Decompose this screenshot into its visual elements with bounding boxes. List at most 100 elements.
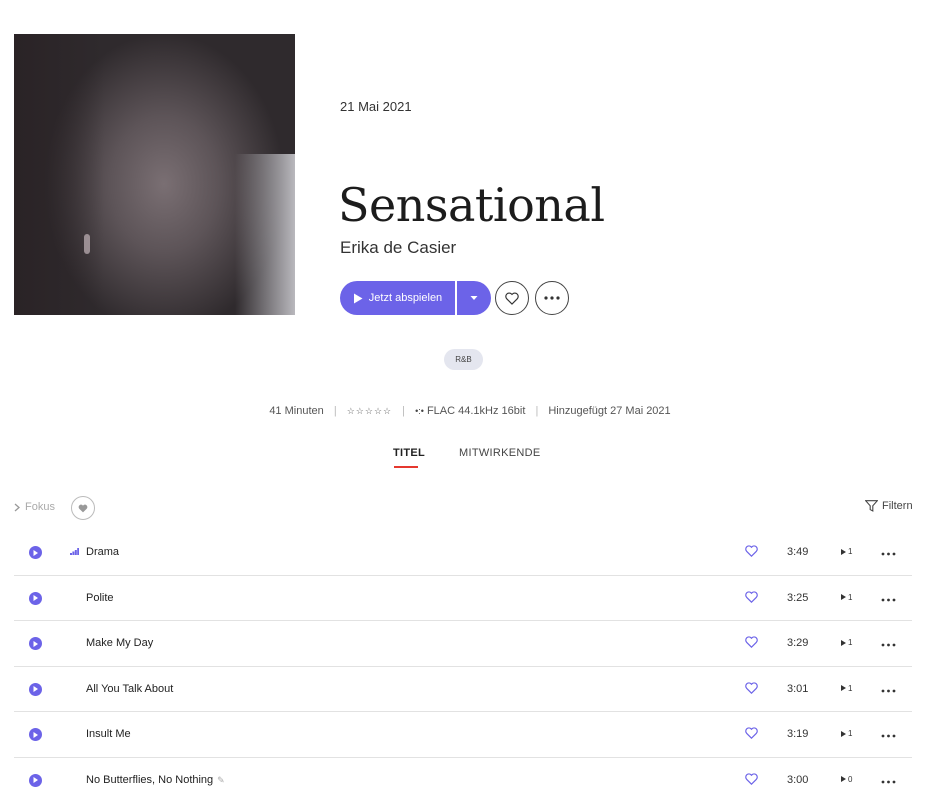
track-play-count: 1 xyxy=(841,684,852,693)
track-row[interactable]: Make My Day 3:29 1 xyxy=(14,621,912,667)
more-horizontal-icon xyxy=(881,780,896,784)
heart-outline-icon[interactable] xyxy=(745,773,758,785)
added-date: Hinzugefügt 27 Mai 2021 xyxy=(548,405,671,417)
more-horizontal-icon xyxy=(544,296,560,300)
track-play-count: 1 xyxy=(841,729,852,738)
album-duration: 41 Minuten xyxy=(269,405,324,417)
filter-button[interactable]: Filtern xyxy=(865,500,913,512)
artist-name[interactable]: Erika de Casier xyxy=(340,238,456,258)
play-now-label: Jetzt abspielen xyxy=(368,292,443,304)
track-play-button[interactable] xyxy=(29,591,42,605)
track-more-options-button[interactable] xyxy=(881,727,896,741)
track-duration: 3:29 xyxy=(787,637,809,650)
track-title[interactable]: Make My Day xyxy=(86,637,153,649)
track-title[interactable]: Polite xyxy=(86,592,114,604)
cover-light-spot xyxy=(84,234,90,254)
track-more-options-button[interactable] xyxy=(881,545,896,559)
track-play-count: 0 xyxy=(841,775,852,784)
filter-label: Filtern xyxy=(882,500,913,512)
track-duration: 3:19 xyxy=(787,728,809,741)
heart-outline-icon[interactable] xyxy=(745,727,758,740)
track-play-count: 1 xyxy=(841,638,852,647)
track-title[interactable]: All You Talk About xyxy=(86,683,173,695)
track-play-button[interactable] xyxy=(29,546,42,559)
heart-outline-icon[interactable] xyxy=(745,590,758,603)
popularity-icon xyxy=(70,548,79,555)
track-row[interactable]: Polite 3:25 1 xyxy=(14,576,912,622)
track-more-options-button[interactable] xyxy=(881,591,896,605)
track-row[interactable]: Drama 3:49 1 xyxy=(14,530,912,576)
album-cover xyxy=(14,34,295,315)
play-icon xyxy=(33,595,38,602)
track-more-options-button[interactable] xyxy=(881,682,896,696)
track-play-button[interactable] xyxy=(29,773,42,787)
quality-icon: •:• xyxy=(415,406,424,416)
play-count-icon xyxy=(841,685,846,692)
track-play-count: 1 xyxy=(841,593,852,602)
heart-outline-icon xyxy=(505,291,519,305)
rating-stars[interactable]: ☆☆☆☆☆ xyxy=(347,406,392,416)
track-play-button[interactable] xyxy=(29,682,42,696)
track-badge-icon: ✎ xyxy=(217,774,225,785)
chevron-right-icon xyxy=(14,503,20,511)
active-tab-indicator xyxy=(394,466,418,468)
tab-titel[interactable]: TITEL xyxy=(393,447,426,468)
play-icon xyxy=(353,293,363,303)
favorite-album-button[interactable] xyxy=(495,281,529,315)
meta-separator: | xyxy=(535,405,539,417)
meta-separator: | xyxy=(402,405,405,417)
track-list: Drama 3:49 1 Polite 3:25 1 Make My Day 3… xyxy=(14,530,912,800)
track-play-button[interactable] xyxy=(29,728,42,742)
focus-toggle[interactable]: Fokus xyxy=(14,501,55,513)
play-icon xyxy=(33,640,38,647)
release-date: 21 Mai 2021 xyxy=(340,99,412,114)
play-icon xyxy=(33,731,38,738)
track-play-count: 1 xyxy=(841,547,852,556)
play-count-icon xyxy=(841,776,846,783)
track-more-options-button[interactable] xyxy=(881,773,896,787)
track-title[interactable]: No Butterflies, No Nothing ✎ xyxy=(86,774,225,786)
album-meta-bar: 41 Minuten | ☆☆☆☆☆ | •:• FLAC 44.1kHz 16… xyxy=(0,405,940,417)
track-row[interactable]: Insult Me 3:19 1 xyxy=(14,712,912,758)
play-count-icon xyxy=(841,730,846,737)
play-count-icon xyxy=(841,548,846,555)
heart-icon xyxy=(78,504,88,512)
track-play-button[interactable] xyxy=(29,637,42,651)
tab-bar: TITEL MITWIRKENDE xyxy=(0,447,940,471)
genre-tag[interactable]: R&B xyxy=(444,349,483,370)
cover-highlight xyxy=(235,154,295,315)
heart-outline-icon[interactable] xyxy=(745,682,758,694)
track-more-options-button[interactable] xyxy=(881,636,896,650)
track-row[interactable]: No Butterflies, No Nothing ✎ 3:00 0 xyxy=(14,758,912,800)
album-title: Sensational xyxy=(338,178,605,232)
more-horizontal-icon xyxy=(881,643,896,647)
tab-mitwirkende-label: MITWIRKENDE xyxy=(459,447,541,459)
more-horizontal-icon xyxy=(881,552,896,556)
play-count-icon xyxy=(841,594,846,601)
track-title[interactable]: Drama xyxy=(86,546,119,558)
focus-label: Fokus xyxy=(25,501,55,513)
album-more-options-button[interactable] xyxy=(535,281,569,315)
track-row[interactable]: All You Talk About 3:01 1 xyxy=(14,667,912,713)
heart-outline-icon[interactable] xyxy=(745,636,758,649)
track-duration: 3:01 xyxy=(787,682,809,695)
play-icon xyxy=(33,686,38,693)
play-options-dropdown[interactable] xyxy=(457,281,491,315)
audio-quality: FLAC 44.1kHz 16bit xyxy=(426,405,526,417)
filter-icon xyxy=(865,500,878,512)
more-horizontal-icon xyxy=(881,598,896,601)
cover-shade xyxy=(14,34,104,315)
more-horizontal-icon xyxy=(881,734,896,738)
track-title[interactable]: Insult Me xyxy=(86,728,131,740)
play-icon xyxy=(33,777,38,784)
play-count-icon xyxy=(841,639,846,646)
track-duration: 3:49 xyxy=(787,546,809,558)
play-now-button[interactable]: Jetzt abspielen xyxy=(340,281,455,315)
meta-separator: | xyxy=(333,405,337,417)
tab-titel-label: TITEL xyxy=(393,447,426,459)
chevron-down-icon xyxy=(470,296,478,300)
favorites-filter-button[interactable] xyxy=(71,496,95,520)
track-duration: 3:25 xyxy=(787,591,809,604)
heart-outline-icon[interactable] xyxy=(745,545,758,557)
tab-mitwirkende[interactable]: MITWIRKENDE xyxy=(459,447,541,459)
